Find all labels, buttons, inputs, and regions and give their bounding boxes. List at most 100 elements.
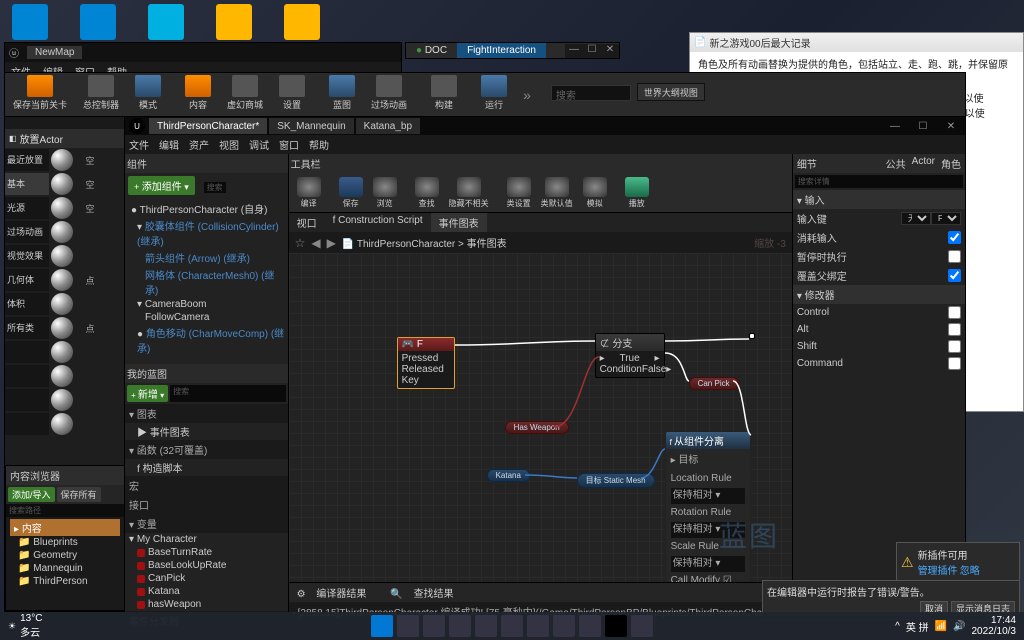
- breadcrumb[interactable]: 📄 ThirdPersonCharacter > 事件图表: [342, 235, 507, 250]
- outliner-combo[interactable]: 世界大纲视图: [637, 83, 705, 101]
- close-icon[interactable]: ✕: [601, 44, 619, 58]
- mybp-cat[interactable]: 宏: [125, 476, 288, 495]
- tool-play[interactable]: 播放: [621, 175, 653, 211]
- actor-cat[interactable]: 过场动画: [5, 221, 49, 243]
- sphere-icon[interactable]: [51, 221, 73, 243]
- mybp-search[interactable]: 搜索: [170, 385, 285, 402]
- detail-checkbox[interactable]: [948, 269, 961, 282]
- toolbar-search[interactable]: 搜索: [551, 85, 631, 101]
- doc-button[interactable]: ● DOC: [406, 43, 457, 58]
- taskview-icon[interactable]: [423, 615, 445, 637]
- nav-back-icon[interactable]: ◀: [311, 236, 320, 250]
- bp-graph-tab[interactable]: 事件图表: [431, 213, 487, 232]
- comp-item[interactable]: ● 角色移动 (CharMoveComp) (继承): [127, 324, 286, 356]
- app-icon[interactable]: [631, 615, 653, 637]
- sphere-icon[interactable]: [51, 293, 73, 315]
- mybp-variable[interactable]: BaseLookUpRate: [125, 559, 288, 572]
- sphere-icon[interactable]: [51, 197, 73, 219]
- comp-item[interactable]: 网格体 (CharacterMesh0) (继承): [127, 266, 286, 298]
- detail-checkbox[interactable]: [948, 306, 961, 319]
- detail-checkbox[interactable]: [948, 340, 961, 353]
- actor-cat[interactable]: 体积: [5, 293, 49, 315]
- taskbar-weather[interactable]: ☀ 13°C多云: [0, 613, 50, 639]
- toolbar-expand-icon[interactable]: »: [523, 87, 531, 103]
- maximize-icon[interactable]: ☐: [583, 44, 601, 58]
- menu-item[interactable]: 视图: [219, 137, 239, 152]
- menu-item[interactable]: 窗口: [279, 137, 299, 152]
- comp-item[interactable]: 箭头组件 (Arrow) (继承): [127, 249, 286, 266]
- details-head[interactable]: 细节: [797, 156, 817, 171]
- components-head[interactable]: 组件: [127, 160, 147, 171]
- menu-item[interactable]: 编辑: [159, 137, 179, 152]
- sphere-icon[interactable]: [51, 173, 73, 195]
- bp-title-tab[interactable]: Katana_bp: [356, 118, 420, 134]
- tool-class-defaults[interactable]: 类默认值: [537, 175, 577, 211]
- close-icon[interactable]: ✕: [937, 121, 965, 132]
- detail-combo[interactable]: F: [931, 212, 961, 225]
- node-detach[interactable]: f 从组件分离 ▸ 目标 Location Rule 保持相对 ▾ Rotati…: [665, 431, 751, 582]
- tool-marketplace[interactable]: 虚幻商城: [219, 73, 271, 116]
- taskbar-clock[interactable]: 17:442022/10/3: [972, 615, 1017, 637]
- notification-plugins[interactable]: ⚠ 新插件可用 管理插件 忽略: [896, 542, 1020, 582]
- mybp-cat[interactable]: 接口: [125, 495, 288, 514]
- node-branch[interactable]: ⊄ 分支 ▸True ▸ ConditionFalse ▸: [595, 333, 665, 378]
- bp-graph-tab[interactable]: 视口: [289, 213, 325, 232]
- compiler-tab[interactable]: ⚙ 编译器结果: [289, 583, 383, 602]
- node-canpick[interactable]: Can Pick: [689, 377, 739, 390]
- edge-icon[interactable]: [475, 615, 497, 637]
- tool-modes[interactable]: 模式: [127, 73, 169, 116]
- node-input-key[interactable]: 🎮 F Pressed Released Key: [397, 337, 455, 389]
- add-component-button[interactable]: + 添加组件 ▾: [128, 176, 195, 195]
- detail-checkbox[interactable]: [948, 323, 961, 336]
- mybp-cat[interactable]: ▾ 图表: [125, 404, 288, 423]
- doc-toolbar[interactable]: ● DOC FightInteraction —☐✕: [405, 42, 620, 59]
- level-tab[interactable]: NewMap: [27, 46, 82, 59]
- component-search[interactable]: 搜索: [204, 182, 226, 193]
- mybp-variable[interactable]: BaseTurnRate: [125, 546, 288, 559]
- comp-root[interactable]: ● ThirdPersonCharacter (自身): [127, 200, 286, 217]
- tool-find[interactable]: 查找: [411, 175, 443, 211]
- menu-item[interactable]: 文件: [129, 137, 149, 152]
- mybp-cat[interactable]: ▾ 变量: [125, 514, 288, 533]
- content-search[interactable]: 搜索路径: [6, 504, 124, 517]
- nav-back-icon[interactable]: ☆: [295, 236, 306, 250]
- details-tab[interactable]: Actor: [912, 156, 935, 171]
- bp-title-tab[interactable]: ThirdPersonCharacter*: [149, 118, 267, 134]
- sphere-icon[interactable]: [51, 389, 73, 411]
- mybp-variable[interactable]: Katana: [125, 585, 288, 598]
- app-icon[interactable]: [553, 615, 575, 637]
- app-icon[interactable]: [527, 615, 549, 637]
- details-category[interactable]: ▾ 输入: [793, 190, 965, 209]
- tray-icon[interactable]: ^: [895, 621, 900, 632]
- tool-save[interactable]: 保存: [335, 175, 367, 211]
- taskbar[interactable]: ☀ 13°C多云 ^ 英 拼 📶 🔊 17:442022/10/3: [0, 612, 1024, 640]
- sphere-icon[interactable]: [51, 149, 73, 171]
- details-tab[interactable]: 公共: [886, 156, 906, 171]
- actor-cat[interactable]: 基本: [5, 173, 49, 195]
- start-icon[interactable]: [371, 615, 393, 637]
- detail-checkbox[interactable]: [948, 357, 961, 370]
- sphere-icon[interactable]: [51, 269, 73, 291]
- tool-build[interactable]: 构建: [423, 73, 465, 116]
- tool-compile[interactable]: 编译: [293, 175, 325, 211]
- folder-item[interactable]: 📁 Blueprints: [10, 536, 120, 549]
- folder-root[interactable]: ▸ 内容: [10, 519, 120, 536]
- bp-title-tab[interactable]: SK_Mannequin: [269, 118, 353, 134]
- tool-settings[interactable]: 设置: [271, 73, 313, 116]
- place-actors-head[interactable]: 放置Actor: [5, 129, 124, 148]
- volume-icon[interactable]: 🔊: [953, 621, 965, 632]
- actor-cat[interactable]: 光源: [5, 197, 49, 219]
- tool-class-settings[interactable]: 类设置: [503, 175, 535, 211]
- details-category[interactable]: ▾ 修改器: [793, 285, 965, 304]
- tool-browse[interactable]: 浏览: [369, 175, 401, 211]
- wifi-icon[interactable]: 📶: [935, 621, 947, 632]
- link-ignore[interactable]: 忽略: [960, 566, 980, 577]
- sphere-icon[interactable]: [51, 341, 73, 363]
- blueprint-editor[interactable]: U ThirdPersonCharacter* SK_Mannequin Kat…: [124, 116, 966, 616]
- minimize-icon[interactable]: —: [881, 121, 909, 132]
- sphere-icon[interactable]: [51, 413, 73, 435]
- menu-item[interactable]: 调试: [249, 137, 269, 152]
- bp-graph-tab[interactable]: f Construction Script: [325, 213, 431, 232]
- actor-cat[interactable]: 最近放置: [5, 149, 49, 171]
- add-import-button[interactable]: 添加/导入: [8, 487, 55, 502]
